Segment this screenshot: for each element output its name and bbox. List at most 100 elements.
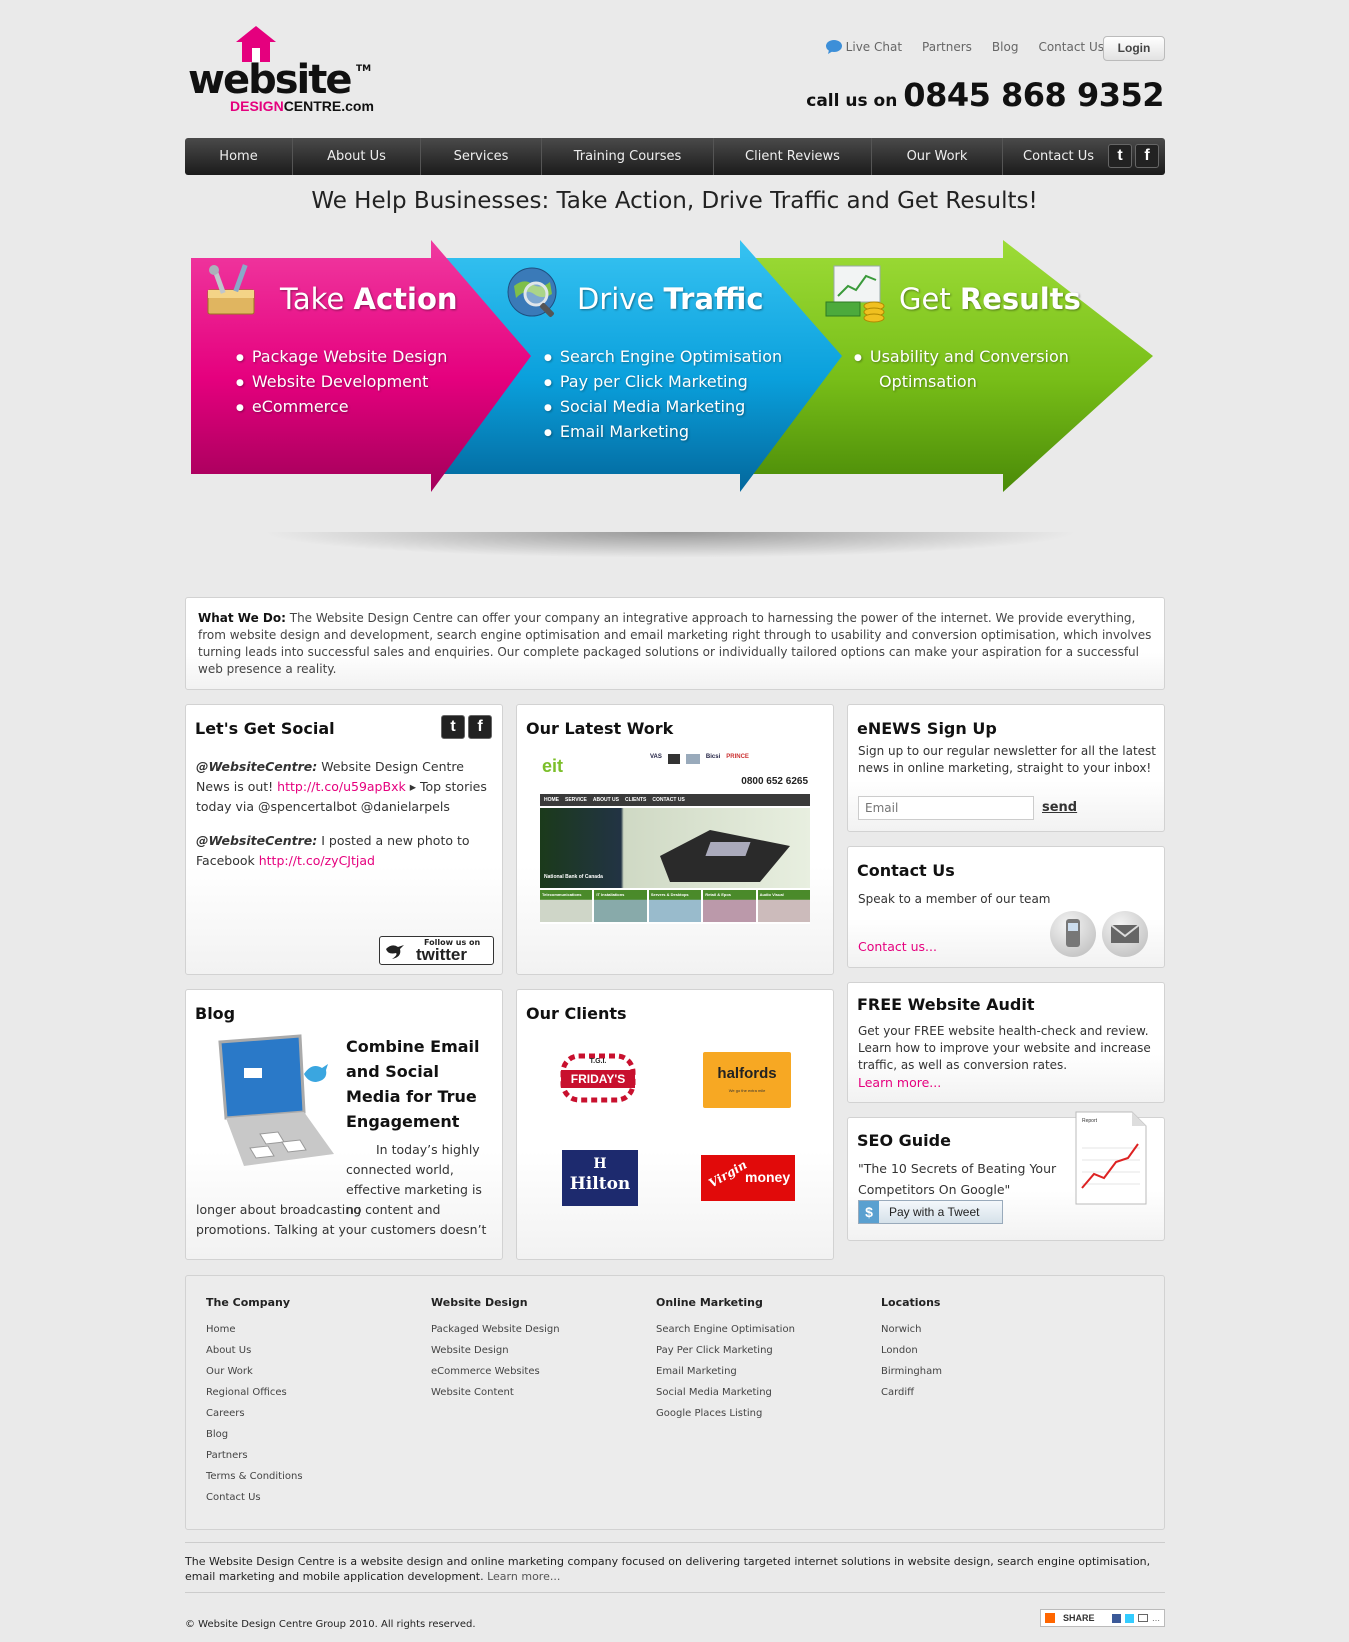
clients-panel: Our Clients T.G.I. FRIDAY'S halfords We … bbox=[516, 989, 834, 1260]
phone-icon[interactable] bbox=[1050, 911, 1096, 957]
laptop-email-image[interactable] bbox=[200, 1034, 340, 1174]
nav-client-reviews[interactable]: Client Reviews bbox=[714, 138, 872, 175]
pay-with-tweet-label: Pay with a Tweet bbox=[889, 1205, 980, 1219]
list-item: Optimsation bbox=[879, 372, 977, 391]
footer-link[interactable]: Blog bbox=[206, 1424, 303, 1445]
twitter-icon[interactable]: t bbox=[441, 715, 465, 739]
pay-with-tweet-button[interactable]: $ Pay with a Tweet bbox=[858, 1200, 1003, 1224]
footer-link[interactable]: Search Engine Optimisation bbox=[656, 1319, 795, 1340]
footer-link[interactable]: Regional Offices bbox=[206, 1382, 303, 1403]
list-item: Email Marketing bbox=[544, 421, 782, 446]
footer-link[interactable]: Norwich bbox=[881, 1319, 942, 1340]
social-panel: Let's Get Social t f @WebsiteCentre: Web… bbox=[185, 704, 503, 975]
blog-link[interactable]: Blog bbox=[992, 40, 1019, 54]
logo-tm: TM bbox=[356, 64, 372, 74]
facebook-icon[interactable]: f bbox=[1135, 144, 1159, 168]
send-button[interactable]: send bbox=[1042, 800, 1077, 815]
tweet-2-link[interactable]: http://t.co/zyCJtjad bbox=[259, 853, 375, 868]
mock-nav: HOME SERVICE ABOUT US CLIENTS CONTACT US bbox=[540, 794, 810, 806]
email-field[interactable] bbox=[858, 796, 1034, 820]
enews-panel: eNEWS Sign Up Sign up to our regular new… bbox=[847, 704, 1165, 832]
partners-link[interactable]: Partners bbox=[922, 40, 972, 54]
footer-link[interactable]: About Us bbox=[206, 1340, 303, 1361]
list-item: Search Engine Optimisation bbox=[544, 346, 782, 371]
client-logo-hilton[interactable]: H Hilton bbox=[562, 1150, 638, 1206]
toolbox-icon bbox=[207, 264, 255, 315]
contact-title: Contact Us bbox=[857, 861, 955, 880]
mock-partner-logos: VAS Bicsi PRINCE bbox=[650, 754, 749, 764]
footer-link[interactable]: Cardiff bbox=[881, 1382, 942, 1403]
nav-home[interactable]: Home bbox=[185, 138, 293, 175]
live-chat-label: Live Chat bbox=[845, 40, 903, 54]
nav-training-courses[interactable]: Training Courses bbox=[542, 138, 714, 175]
footer-link[interactable]: Terms & Conditions bbox=[206, 1466, 303, 1487]
footer-link[interactable]: Email Marketing bbox=[656, 1361, 795, 1382]
nav-social-icons: t f bbox=[1108, 144, 1159, 168]
mock-phone: 0800 652 6265 bbox=[741, 776, 808, 787]
footer-link[interactable]: Pay Per Click Marketing bbox=[656, 1340, 795, 1361]
client-logo-tgi-fridays[interactable]: T.G.I. FRIDAY'S bbox=[555, 1052, 641, 1104]
about-learn-more-link[interactable]: Learn more... bbox=[487, 1570, 560, 1583]
footer-link[interactable]: London bbox=[881, 1340, 942, 1361]
client-logo-virgin-money[interactable]: Virgin money bbox=[701, 1155, 795, 1201]
footer-link[interactable]: Website Design bbox=[431, 1340, 560, 1361]
mail-icon[interactable] bbox=[1102, 911, 1148, 957]
footer-col-online-marketing: Online Marketing Search Engine Optimisat… bbox=[656, 1296, 795, 1424]
footer-link[interactable]: Our Work bbox=[206, 1361, 303, 1382]
footer-link[interactable]: Careers bbox=[206, 1403, 303, 1424]
bird-icon bbox=[386, 945, 404, 959]
contact-us-link[interactable]: Contact Us bbox=[1038, 40, 1104, 54]
report-document-icon: Report bbox=[1075, 1111, 1147, 1205]
latest-work-screenshot[interactable]: eit VAS Bicsi PRINCE 0800 652 6265 HOME SER… bbox=[540, 752, 810, 924]
main-navigation: Home About Us Services Training Courses … bbox=[185, 138, 1165, 175]
footer-link[interactable]: Google Places Listing bbox=[656, 1403, 795, 1424]
nav-our-work[interactable]: Our Work bbox=[872, 138, 1003, 175]
footer-link[interactable]: eCommerce Websites bbox=[431, 1361, 560, 1382]
seo-guide-panel: SEO Guide "The 10 Secrets of Beating You… bbox=[847, 1111, 1165, 1241]
site-logo[interactable]: website TM DESIGNCENTRE.com bbox=[188, 26, 398, 116]
audit-title: FREE Website Audit bbox=[857, 995, 1035, 1014]
blog-headline[interactable]: Combine Email and Social Media for True … bbox=[346, 1034, 491, 1134]
footer-link[interactable]: Birmingham bbox=[881, 1361, 942, 1382]
more-icon: … bbox=[1152, 1613, 1160, 1623]
footer-link[interactable]: Partners bbox=[206, 1445, 303, 1466]
footer-col-title: Locations bbox=[881, 1296, 941, 1309]
logo-wordmark: website bbox=[188, 57, 352, 103]
share-label: SHARE bbox=[1063, 1613, 1095, 1623]
tweet-1-link[interactable]: http://t.co/u59apBxk bbox=[277, 779, 406, 794]
page-tagline: We Help Businesses: Take Action, Drive T… bbox=[311, 188, 1038, 214]
live-chat-link[interactable]: Live Chat bbox=[825, 40, 903, 54]
footer-link[interactable]: Contact Us bbox=[206, 1487, 303, 1508]
get-results-title: Get Results bbox=[899, 282, 1081, 316]
footer-divider bbox=[185, 1542, 1165, 1543]
client-logo-halfords[interactable]: halfords We go the extra mile bbox=[703, 1052, 791, 1108]
phone-callout: call us on 0845 868 9352 bbox=[806, 76, 1164, 114]
seo-title: SEO Guide bbox=[857, 1131, 951, 1150]
nav-about-us[interactable]: About Us bbox=[293, 138, 421, 175]
copyright: © Website Design Centre Group 2010. All … bbox=[185, 1619, 476, 1630]
follow-twitter-button[interactable]: Follow us on twitter bbox=[379, 936, 494, 965]
login-button[interactable]: Login bbox=[1103, 36, 1165, 61]
enews-text: Sign up to our regular newsletter for al… bbox=[858, 744, 1156, 775]
contact-link[interactable]: Contact us... bbox=[858, 939, 937, 954]
tweet-2: @WebsiteCentre: I posted a new photo to … bbox=[196, 833, 470, 868]
what-we-do-text: What We Do: The Website Design Centre ca… bbox=[198, 611, 1152, 676]
mock-hero: National Bank of Canada bbox=[540, 808, 810, 888]
footer-link[interactable]: Packaged Website Design bbox=[431, 1319, 560, 1340]
twitter-icon[interactable]: t bbox=[1108, 144, 1132, 168]
list-item: Pay per Click Marketing bbox=[544, 371, 782, 396]
share-button[interactable]: SHARE … bbox=[1040, 1609, 1165, 1627]
facebook-icon[interactable]: f bbox=[468, 715, 492, 739]
audit-learn-more-link[interactable]: Learn more... bbox=[858, 1075, 941, 1090]
mock-tabs: Telecommunications IT Installations Serv… bbox=[540, 890, 810, 922]
clients-title: Our Clients bbox=[526, 1004, 627, 1023]
logo-subtitle: DESIGNCENTRE.com bbox=[230, 98, 374, 114]
list-item: Usability and Conversion bbox=[854, 346, 1069, 371]
contact-panel: Contact Us Speak to a member of our team… bbox=[847, 846, 1165, 968]
footer-link[interactable]: Website Content bbox=[431, 1382, 560, 1403]
footer-link[interactable]: Social Media Marketing bbox=[656, 1382, 795, 1403]
nav-services[interactable]: Services bbox=[421, 138, 542, 175]
footer-link[interactable]: Home bbox=[206, 1319, 303, 1340]
get-results-list: Usability and Conversion Optimsation bbox=[854, 346, 1069, 396]
mock-logo: eit bbox=[542, 756, 564, 776]
